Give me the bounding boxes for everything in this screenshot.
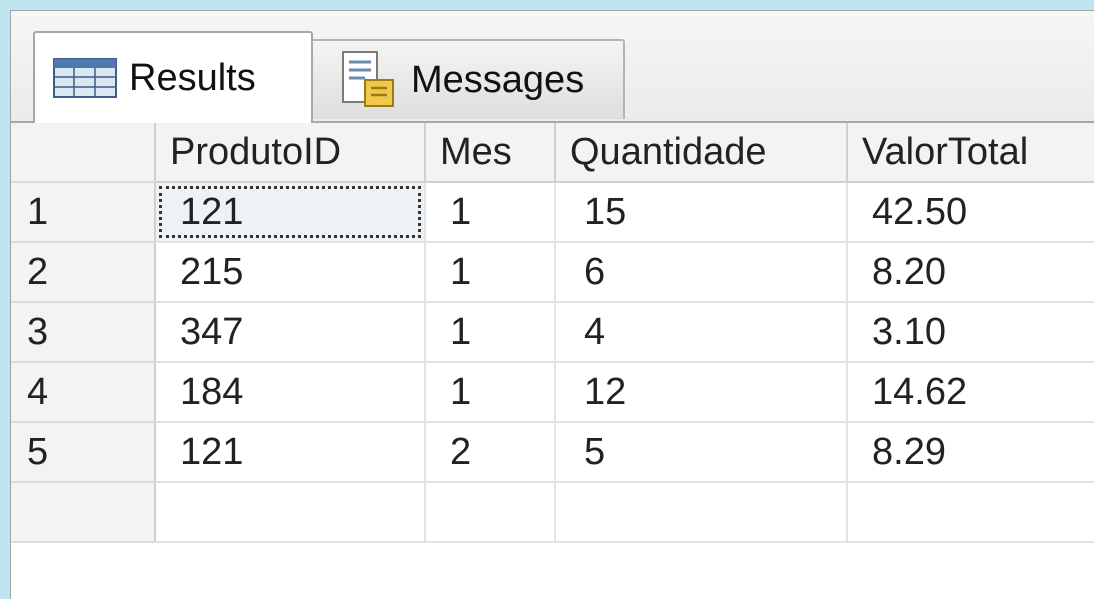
column-header-quantidade[interactable]: Quantidade <box>555 123 848 183</box>
cell-quantidade[interactable]: 15 <box>555 182 848 243</box>
cell-quantidade[interactable]: 12 <box>555 362 848 423</box>
cell-mes[interactable]: 2 <box>425 422 556 483</box>
table-row[interactable]: 2 215 1 6 8.20 <box>11 242 1094 303</box>
header-row: ProdutoID Mes Quantidade ValorTotal <box>11 123 1094 183</box>
cell-produtoid[interactable]: 121 <box>155 422 426 483</box>
cell-quantidade[interactable]: 5 <box>555 422 848 483</box>
cell-mes[interactable]: 1 <box>425 362 556 423</box>
column-header-valortotal[interactable]: ValorTotal <box>847 123 1094 183</box>
cell-quantidade[interactable]: 6 <box>555 242 848 303</box>
empty-cell <box>425 482 556 543</box>
row-number[interactable]: 2 <box>11 242 156 303</box>
row-number-empty <box>11 482 156 543</box>
cell-quantidade[interactable]: 4 <box>555 302 848 363</box>
table-row[interactable]: 3 347 1 4 3.10 <box>11 302 1094 363</box>
row-number[interactable]: 5 <box>11 422 156 483</box>
results-window: Results Messages ProdutoID Mes Quantidad… <box>10 10 1094 599</box>
cell-mes[interactable]: 1 <box>425 302 556 363</box>
tab-results-label: Results <box>129 56 256 99</box>
cell-produtoid[interactable]: 347 <box>155 302 426 363</box>
grid-icon <box>53 58 117 98</box>
results-grid[interactable]: ProdutoID Mes Quantidade ValorTotal 1 12… <box>11 121 1094 599</box>
tab-messages[interactable]: Messages <box>309 39 625 119</box>
table-row-empty <box>11 482 1094 543</box>
results-tabstrip: Results Messages <box>11 11 1094 123</box>
cell-valortotal[interactable]: 8.29 <box>847 422 1094 483</box>
corner-header[interactable] <box>11 123 156 183</box>
tab-results[interactable]: Results <box>33 31 313 123</box>
cell-produtoid[interactable]: 121 <box>155 182 426 243</box>
empty-cell <box>155 482 426 543</box>
tab-messages-label: Messages <box>411 58 585 101</box>
row-number[interactable]: 1 <box>11 182 156 243</box>
table-row[interactable]: 5 121 2 5 8.29 <box>11 422 1094 483</box>
row-number[interactable]: 4 <box>11 362 156 423</box>
column-header-mes[interactable]: Mes <box>425 123 556 183</box>
column-header-produtoid[interactable]: ProdutoID <box>155 123 426 183</box>
table-row[interactable]: 1 121 1 15 42.50 <box>11 182 1094 243</box>
cell-mes[interactable]: 1 <box>425 242 556 303</box>
cell-valortotal[interactable]: 42.50 <box>847 182 1094 243</box>
cell-produtoid[interactable]: 184 <box>155 362 426 423</box>
results-table: ProdutoID Mes Quantidade ValorTotal 1 12… <box>11 123 1094 543</box>
cell-valortotal[interactable]: 8.20 <box>847 242 1094 303</box>
table-row[interactable]: 4 184 1 12 14.62 <box>11 362 1094 423</box>
cell-valortotal[interactable]: 14.62 <box>847 362 1094 423</box>
empty-cell <box>847 482 1094 543</box>
empty-cell <box>555 482 848 543</box>
cell-produtoid[interactable]: 215 <box>155 242 426 303</box>
cell-mes[interactable]: 1 <box>425 182 556 243</box>
row-number[interactable]: 3 <box>11 302 156 363</box>
messages-icon <box>342 51 394 107</box>
cell-valortotal[interactable]: 3.10 <box>847 302 1094 363</box>
